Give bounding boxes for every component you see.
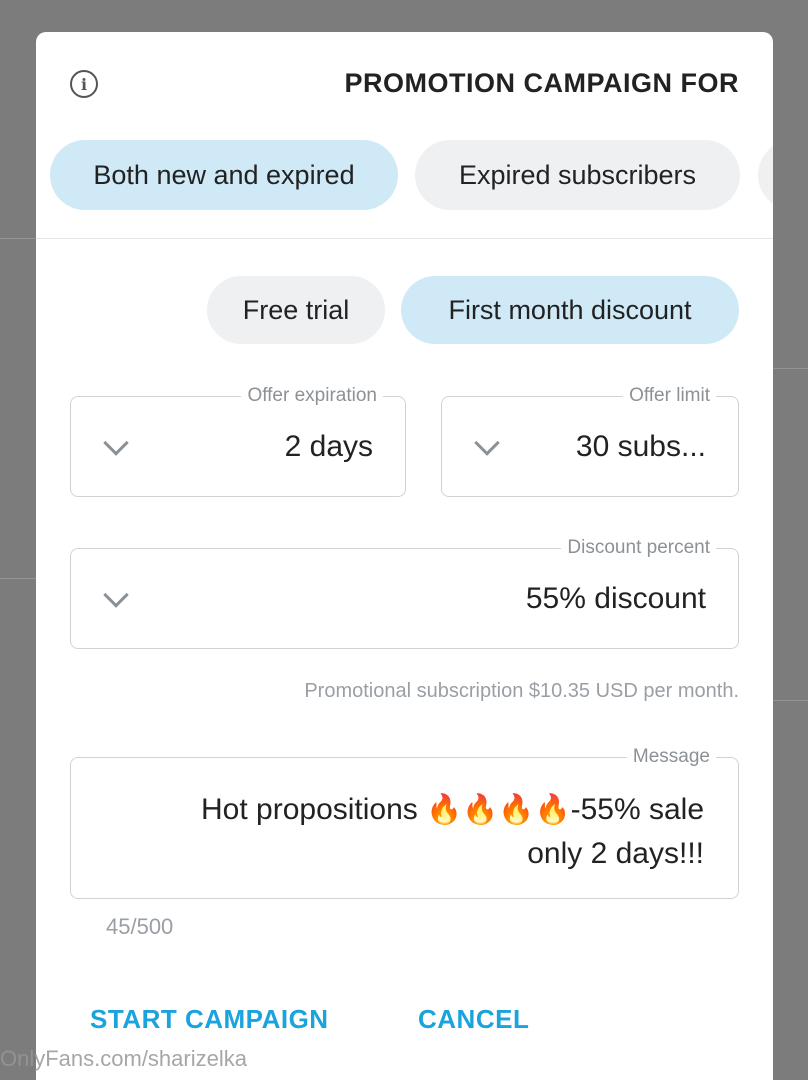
background-divider [0, 238, 36, 239]
dialog-title: PROMOTION CAMPAIGN FOR [344, 68, 739, 98]
fire-icon: 🔥 [462, 794, 499, 826]
audience-option-both[interactable]: Both new and expired [50, 140, 398, 210]
message-textarea[interactable]: Message Hot propositions 🔥🔥🔥🔥-55% sale o… [70, 746, 739, 899]
offer-limit-select[interactable]: Offer limit 30 subs... [441, 385, 739, 497]
message-text-segment: Hot propositions [201, 793, 418, 826]
message-char-counter: 45/500 [106, 914, 174, 939]
fire-icon: 🔥 [498, 794, 535, 826]
background-divider [773, 700, 808, 701]
chevron-down-icon[interactable] [103, 581, 129, 608]
start-campaign-button[interactable]: START CAMPAIGN [90, 1004, 329, 1035]
message-line: only 2 days!!! [527, 837, 704, 870]
chevron-down-icon[interactable] [474, 429, 500, 456]
offer-expiration-select[interactable]: Offer expiration 2 days [70, 385, 406, 497]
chevron-down-icon[interactable] [103, 429, 129, 456]
fire-icon: 🔥 [534, 794, 571, 826]
discount-percent-value: 55% discount [525, 581, 706, 615]
promotion-campaign-dialog: i PROMOTION CAMPAIGN FOR Both new and ex… [36, 32, 773, 1080]
audience-option-label: Expired subscribers [458, 159, 697, 190]
message-text[interactable]: Hot propositions 🔥🔥🔥🔥-55% sale only 2 da… [104, 788, 704, 876]
audience-option-expired[interactable]: Expired subscribers [415, 140, 740, 210]
message-label: Message [626, 746, 716, 768]
section-divider [36, 238, 773, 239]
discount-percent-select[interactable]: Discount percent 55% discount [70, 537, 739, 649]
offer-type-first-month-discount[interactable]: First month discount [401, 276, 739, 344]
promo-price-hint: Promotional subscription $10.35 USD per … [304, 680, 739, 702]
cancel-button[interactable]: CANCEL [418, 1004, 529, 1035]
offer-type-free-trial[interactable]: Free trial [207, 276, 385, 344]
fire-icon: 🔥 [426, 794, 463, 826]
info-icon[interactable]: i [70, 70, 98, 98]
offer-type-label: Free trial [242, 294, 350, 325]
audience-option-partial[interactable] [758, 140, 773, 210]
watermark: OnlyFans.com/sharizelka [0, 1046, 247, 1071]
background-divider [0, 578, 36, 579]
offer-limit-value: 30 subs... [575, 429, 706, 463]
offer-expiration-value: 2 days [284, 429, 373, 463]
message-text-segment: -55% sale [570, 793, 704, 826]
offer-type-label: First month discount [448, 294, 692, 325]
audience-option-label: Both new and expired [93, 159, 355, 190]
background-divider [773, 368, 808, 369]
message-line: Hot propositions 🔥🔥🔥🔥-55% sale [104, 788, 704, 832]
